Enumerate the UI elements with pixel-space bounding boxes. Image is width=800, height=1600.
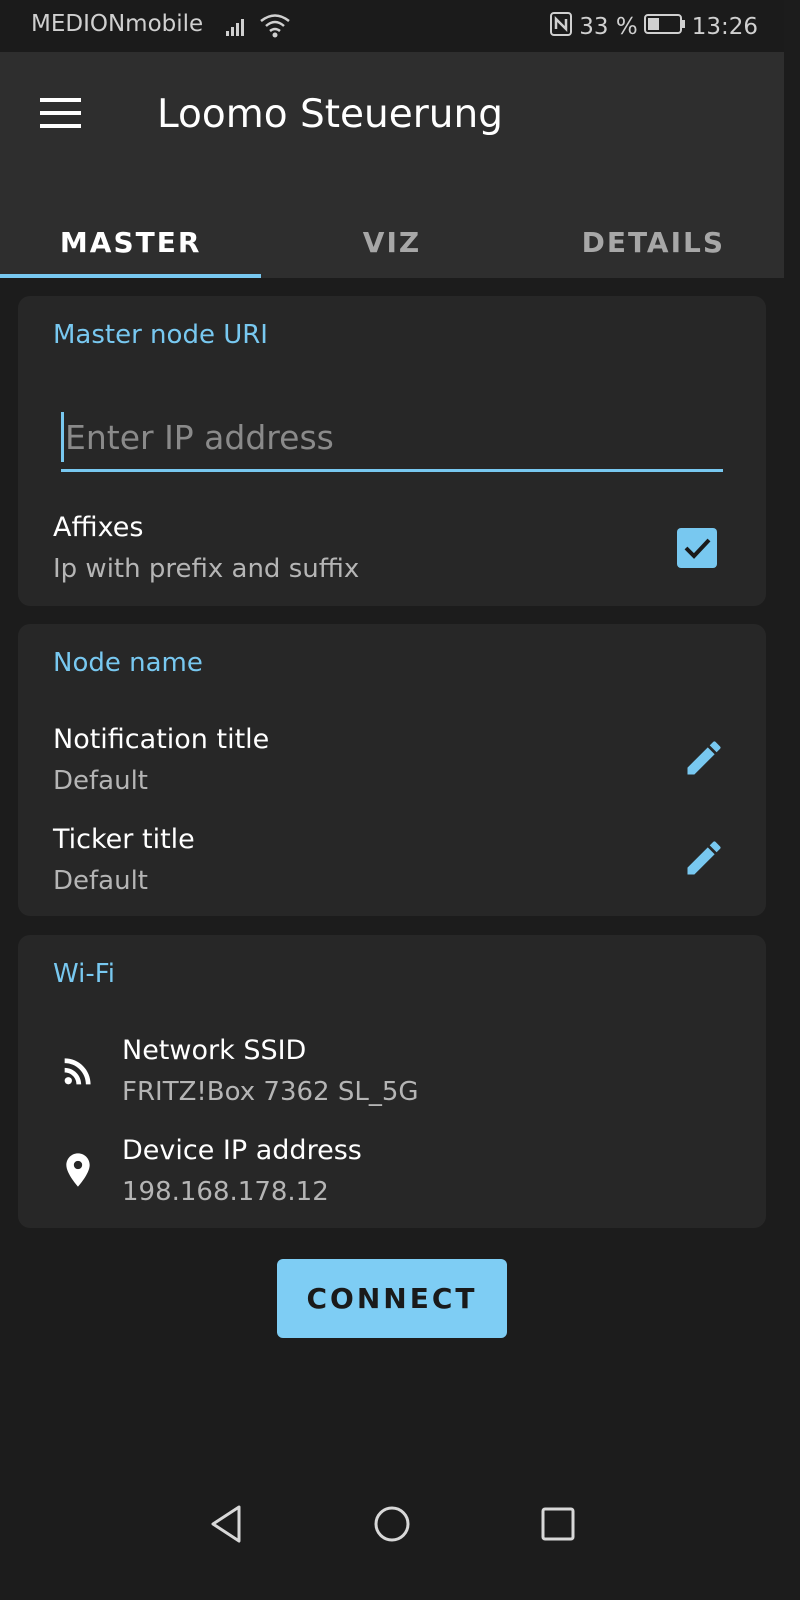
text-caret xyxy=(61,412,64,462)
navigation-bar xyxy=(0,1480,784,1568)
affixes-label: Affixes xyxy=(53,512,144,543)
device-ip-label: Device IP address xyxy=(122,1135,362,1166)
ticker-title-value: Default xyxy=(53,866,148,896)
back-icon[interactable] xyxy=(206,1502,246,1550)
tab-master[interactable]: MASTER xyxy=(0,204,262,278)
network-ssid-value: FRITZ!Box 7362 SL_5G xyxy=(122,1077,419,1107)
notification-title-value: Default xyxy=(53,766,148,796)
affixes-sublabel: Ip with prefix and suffix xyxy=(53,554,360,584)
app-title: Loomo Steuerung xyxy=(157,92,503,137)
network-ssid-label: Network SSID xyxy=(122,1035,307,1066)
device-ip-value: 198.168.178.12 xyxy=(122,1177,329,1207)
location-pin-icon xyxy=(58,1148,98,1196)
edit-pencil-icon[interactable] xyxy=(682,836,726,880)
wifi-icon xyxy=(258,12,292,46)
wifi-card: Wi-Fi Network SSID FRITZ!Box 7362 SL_5G … xyxy=(18,935,766,1228)
carrier-name: MEDIONmobile xyxy=(31,11,204,37)
card-title-node: Node name xyxy=(53,648,203,678)
nfc-icon xyxy=(549,11,573,43)
edit-pencil-icon[interactable] xyxy=(682,736,726,780)
home-icon[interactable] xyxy=(372,1502,412,1550)
tab-bar: MASTER VIZ DETAILS xyxy=(0,204,784,278)
status-bar: MEDIONmobile 33 % 13:26 xyxy=(0,0,784,52)
tab-details[interactable]: DETAILS xyxy=(523,204,784,278)
card-title-master: Master node URI xyxy=(53,320,268,350)
clock: 13:26 xyxy=(691,14,758,40)
ip-address-input[interactable] xyxy=(61,406,723,472)
checkmark-icon xyxy=(684,538,711,559)
wifi-feed-icon xyxy=(58,1051,98,1095)
recents-icon[interactable] xyxy=(538,1502,578,1550)
battery-percent: 33 % xyxy=(579,14,638,40)
master-node-card: Master node URI Affixes Ip with prefix a… xyxy=(18,296,766,606)
node-name-card: Node name Notification title Default Tic… xyxy=(18,624,766,916)
notification-title-label: Notification title xyxy=(53,724,270,755)
connect-button[interactable]: CONNECT xyxy=(277,1259,507,1338)
ticker-title-label: Ticker title xyxy=(53,824,195,855)
tab-viz[interactable]: VIZ xyxy=(261,204,522,278)
hamburger-menu-icon[interactable] xyxy=(40,98,81,128)
affixes-checkbox[interactable] xyxy=(677,528,717,568)
card-title-wifi: Wi-Fi xyxy=(53,959,116,989)
battery-icon xyxy=(643,13,686,41)
app-bar: Loomo Steuerung MASTER VIZ DETAILS xyxy=(0,52,784,278)
